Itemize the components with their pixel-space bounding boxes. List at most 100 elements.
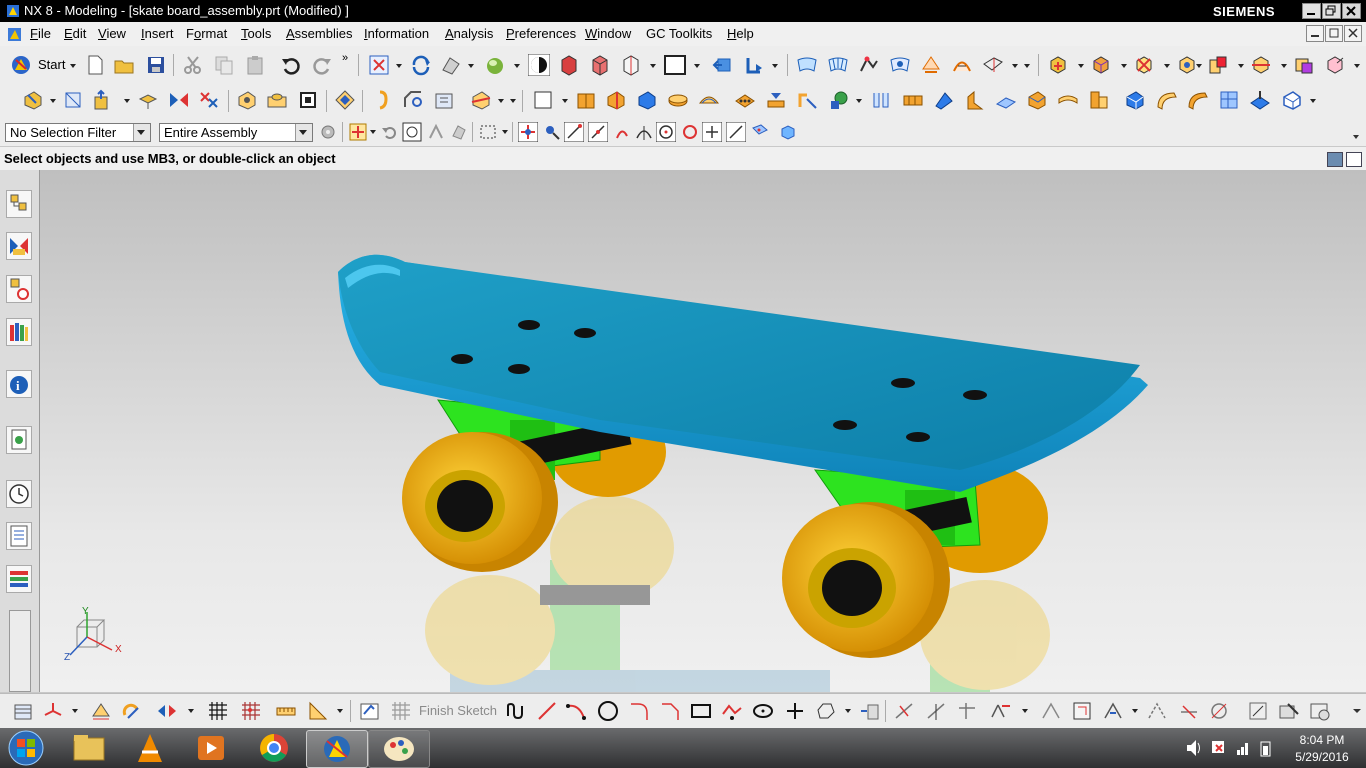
intersection-icon[interactable] [634, 122, 654, 142]
chamfer-curve-icon[interactable] [659, 700, 681, 722]
hole-icon[interactable] [236, 89, 258, 111]
fillet-icon[interactable] [628, 700, 650, 722]
open-folder-icon[interactable] [113, 54, 135, 76]
menu-analysis[interactable]: Analysis [445, 26, 493, 41]
menu-edit[interactable]: Edit [64, 26, 86, 41]
polygon-icon[interactable] [721, 700, 743, 722]
media-player-taskbar-icon[interactable] [181, 730, 241, 766]
feature-icon-c[interactable] [636, 89, 658, 111]
clock[interactable]: 8:04 PM 5/29/2016 [1282, 733, 1362, 764]
datum-csys-icon[interactable] [42, 700, 64, 722]
sketch-toolbar-options-icon[interactable] [1352, 708, 1362, 714]
move-component-icon[interactable] [712, 54, 734, 76]
assembly-icon-8[interactable] [1324, 54, 1346, 76]
pad-icon[interactable] [334, 89, 356, 111]
show-constraints-icon[interactable] [1071, 700, 1093, 722]
analysis-icon-1[interactable] [858, 54, 880, 76]
feature-icon-g[interactable] [765, 89, 787, 111]
chrome-taskbar-icon[interactable] [244, 730, 304, 766]
menu-format[interactable]: Format [186, 26, 227, 41]
shell-icon[interactable] [433, 89, 455, 111]
feature-icon-j[interactable] [871, 89, 893, 111]
auto-dimension-icon[interactable] [1040, 700, 1062, 722]
feature-icon-b[interactable] [605, 89, 627, 111]
paste-icon[interactable] [244, 54, 266, 76]
pocket-icon[interactable] [297, 89, 319, 111]
analysis-icon-4[interactable] [951, 54, 973, 76]
line-icon[interactable] [536, 700, 558, 722]
analysis-icon-5[interactable] [982, 54, 1004, 76]
menu-window[interactable]: Window [585, 26, 631, 41]
undo-icon[interactable] [280, 54, 302, 76]
trim-body-icon[interactable] [470, 89, 492, 111]
bounded-grid-icon[interactable] [778, 122, 798, 142]
history-icon[interactable] [6, 480, 32, 508]
quick-extend-icon[interactable] [925, 700, 947, 722]
constraints-icon[interactable] [990, 700, 1012, 722]
chamfer-icon[interactable] [402, 89, 424, 111]
doc-close-button[interactable] [1344, 25, 1362, 42]
update-model-icon[interactable] [1278, 700, 1300, 722]
infer-constraints-icon[interactable] [1208, 700, 1230, 722]
cut-icon[interactable] [182, 54, 204, 76]
reattach-icon[interactable] [1247, 700, 1269, 722]
volume-icon[interactable] [1185, 728, 1201, 768]
render-style-icon[interactable] [484, 54, 506, 76]
profile-icon[interactable] [505, 700, 527, 722]
doc-restore-button[interactable] [1325, 25, 1343, 42]
graphics-window[interactable]: Y X Z [40, 170, 1366, 692]
action-center-icon[interactable] [1210, 728, 1226, 768]
existing-point-icon[interactable] [702, 122, 722, 142]
nx-menu-icon[interactable] [7, 27, 23, 42]
show-hide-icon[interactable] [156, 700, 178, 722]
feature-icon-o[interactable] [1026, 89, 1048, 111]
control-point-icon[interactable] [612, 122, 632, 142]
save-icon[interactable] [145, 54, 167, 76]
feature-icon-v[interactable] [1249, 89, 1271, 111]
view-iso-icon[interactable] [589, 54, 611, 76]
midpoint-icon[interactable] [588, 122, 608, 142]
toolbar-options-icon[interactable] [1352, 134, 1361, 140]
feature-icon-s[interactable] [1156, 89, 1178, 111]
feature-icon-u[interactable] [1218, 89, 1240, 111]
feature-icon-q[interactable] [1088, 89, 1110, 111]
constraint-navigator-icon[interactable] [6, 232, 32, 260]
restore-button[interactable] [1322, 3, 1341, 19]
toolbar-overflow-icon[interactable]: » [342, 52, 348, 64]
process-studio-icon[interactable] [6, 565, 32, 593]
arc-icon[interactable] [565, 700, 587, 722]
endpoint-icon[interactable] [564, 122, 584, 142]
fullscreen-icon[interactable] [1346, 152, 1362, 167]
undo-select-icon[interactable] [380, 122, 400, 142]
boss-icon[interactable] [266, 89, 288, 111]
datum-icon[interactable] [62, 89, 84, 111]
view-wire-icon[interactable] [620, 54, 642, 76]
surface-icon-1[interactable] [796, 54, 818, 76]
point-on-curve-icon[interactable] [726, 122, 746, 142]
minimize-button[interactable] [1302, 3, 1321, 19]
sketch-task-icon[interactable] [359, 700, 381, 722]
analysis-icon-3[interactable] [920, 54, 942, 76]
project-curve-icon[interactable] [858, 700, 880, 722]
offset-curve-icon[interactable] [815, 700, 837, 722]
feature-icon-l[interactable] [933, 89, 955, 111]
dimension-icon[interactable] [90, 700, 112, 722]
rotate-icon[interactable] [410, 54, 432, 76]
snap-options-icon[interactable] [542, 122, 562, 142]
arc-center-icon[interactable] [656, 122, 676, 142]
mirror-icon[interactable] [168, 89, 190, 111]
part-navigator-icon[interactable] [6, 275, 32, 303]
resource-scrollbar[interactable] [9, 610, 31, 692]
new-file-icon[interactable] [84, 54, 106, 76]
rectangle-select-icon[interactable] [478, 122, 498, 142]
feature-icon-n[interactable] [995, 89, 1017, 111]
assembly-icon-7[interactable] [1293, 54, 1315, 76]
feature-icon-i[interactable] [828, 89, 850, 111]
fit-view-icon[interactable] [368, 54, 390, 76]
assembly-icon-1[interactable] [1047, 54, 1069, 76]
select-body-icon[interactable] [449, 122, 469, 142]
start-button[interactable]: Start [38, 57, 65, 72]
snap-point-icon[interactable] [348, 122, 368, 142]
extrude-icon[interactable] [92, 89, 114, 111]
shaded-edges-icon[interactable] [528, 54, 550, 76]
